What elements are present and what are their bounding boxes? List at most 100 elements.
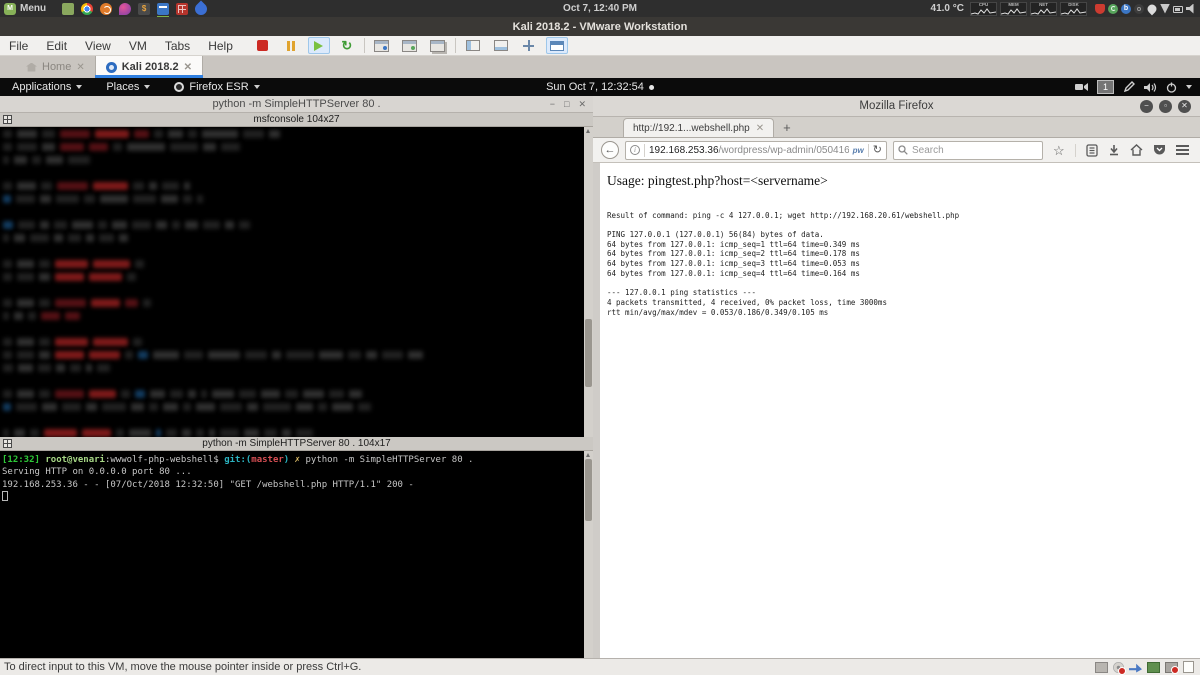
maximize-icon[interactable]: □: [564, 96, 569, 113]
downloads-icon[interactable]: [1108, 144, 1120, 156]
pane-grid-icon[interactable]: [3, 439, 12, 448]
bookmark-star-icon[interactable]: ☆: [1053, 144, 1065, 157]
menu-view[interactable]: View: [76, 39, 120, 53]
applications-menu[interactable]: Applications: [0, 81, 94, 93]
firefox-titlebar[interactable]: Mozilla Firefox − ▫ ✕: [593, 96, 1200, 117]
take-snapshot-button[interactable]: [371, 37, 393, 54]
close-icon[interactable]: ✕: [1178, 100, 1191, 113]
pen-icon[interactable]: [1123, 81, 1135, 93]
http-pane-scrollbar[interactable]: [584, 451, 593, 658]
kali-clock[interactable]: Sun Oct 7, 12:32:54: [546, 81, 654, 93]
monitor-cpu[interactable]: CPU: [970, 2, 997, 16]
network-adapter-icon[interactable]: [1147, 662, 1160, 673]
vmware-titlebar[interactable]: Kali 2018.2 - VMware Workstation: [0, 17, 1200, 36]
volume-icon[interactable]: [1186, 4, 1196, 14]
vmware-icon[interactable]: [157, 3, 169, 15]
msfconsole-pane-header[interactable]: msfconsole 104x27: [0, 113, 593, 127]
monitor-mem[interactable]: MEM: [1000, 2, 1027, 16]
monitor-net[interactable]: NET: [1030, 2, 1057, 16]
workspace-indicator[interactable]: 1: [1097, 80, 1114, 94]
close-icon[interactable]: ✕: [756, 123, 764, 134]
terminal-titlebar[interactable]: python -m SimpleHTTPServer 80 . − □ ✕: [0, 96, 593, 113]
drop-icon[interactable]: [119, 3, 131, 15]
redacted-segment: [17, 182, 36, 190]
menu-hamburger-icon[interactable]: [1176, 145, 1189, 155]
reset-button[interactable]: ↻: [336, 37, 358, 54]
console-view-button[interactable]: [546, 37, 568, 54]
browser-tab-webshell[interactable]: http://192.1...webshell.php ✕: [623, 118, 774, 137]
monitor-disk[interactable]: DISK: [1060, 2, 1087, 16]
revert-snapshot-button[interactable]: [399, 37, 421, 54]
close-icon[interactable]: ✕: [76, 62, 84, 73]
menu-file[interactable]: File: [0, 39, 37, 53]
scrollbar-thumb[interactable]: [585, 319, 592, 387]
page-action-icon[interactable]: pw: [853, 146, 864, 155]
suspend-button[interactable]: [280, 37, 302, 54]
site-info-icon[interactable]: i: [630, 145, 640, 155]
message-log-icon[interactable]: [1183, 661, 1194, 673]
scroll-up-icon[interactable]: [586, 129, 590, 133]
tab-kali-vm[interactable]: Kali 2018.2 ✕: [95, 56, 203, 78]
tab-home[interactable]: Home ✕: [16, 56, 95, 78]
redacted-output-row: [3, 364, 579, 373]
maximize-icon[interactable]: ▫: [1159, 100, 1172, 113]
host-clock[interactable]: Oct 7, 12:40 PM: [563, 3, 637, 14]
msfconsole-output[interactable]: [0, 127, 593, 437]
network-disconnected-icon[interactable]: [1165, 662, 1178, 673]
http-server-output[interactable]: [12:32] root@venari:wwwolf-php-webshell$…: [0, 451, 593, 658]
power-on-button[interactable]: [308, 37, 330, 54]
red-grid-icon[interactable]: [176, 3, 188, 15]
cdrom-icon[interactable]: [1113, 662, 1124, 673]
bluetooth-icon[interactable]: b: [1121, 4, 1131, 14]
show-thumbnail-bar-button[interactable]: [490, 37, 512, 54]
power-off-button[interactable]: [252, 37, 274, 54]
manage-snapshots-button[interactable]: [427, 37, 449, 54]
feather-icon[interactable]: [193, 0, 210, 17]
fullscreen-button[interactable]: [518, 37, 540, 54]
scrollbar-thumb[interactable]: [585, 459, 592, 521]
folder-icon[interactable]: [62, 3, 74, 15]
swirl-icon[interactable]: [100, 3, 112, 15]
http-server-pane-header[interactable]: python -m SimpleHTTPServer 80 . 104x17: [0, 437, 593, 451]
harddisk-icon[interactable]: [1095, 662, 1108, 673]
dollar-icon[interactable]: $: [138, 3, 150, 15]
menu-tabs[interactable]: Tabs: [156, 39, 199, 53]
menu-help[interactable]: Help: [199, 39, 242, 53]
chrome-icon[interactable]: [81, 3, 93, 15]
search-bar[interactable]: Search: [893, 141, 1043, 160]
close-icon[interactable]: ✕: [578, 96, 586, 113]
pane-grid-icon[interactable]: [3, 115, 12, 124]
menu-edit[interactable]: Edit: [37, 39, 76, 53]
chevron-down-icon[interactable]: [1186, 85, 1192, 89]
places-menu[interactable]: Places: [94, 81, 162, 93]
minimize-icon[interactable]: −: [550, 96, 555, 113]
screen-record-icon[interactable]: [1075, 82, 1088, 92]
firefox-app-menu[interactable]: Firefox ESR: [162, 81, 271, 93]
wifi-icon[interactable]: [1160, 4, 1170, 14]
menu-vm[interactable]: VM: [120, 39, 156, 53]
shield-icon[interactable]: [1095, 4, 1105, 14]
url-text[interactable]: 192.168.253.36/wordpress/wp-admin/050416…: [649, 145, 849, 156]
redacted-segment: [60, 143, 84, 151]
scroll-up-icon[interactable]: [586, 453, 590, 457]
home-icon[interactable]: [1130, 144, 1143, 156]
location-icon[interactable]: [1146, 2, 1159, 15]
volume-icon[interactable]: [1144, 82, 1157, 93]
minimize-icon[interactable]: −: [1140, 100, 1153, 113]
new-tab-button[interactable]: +: [774, 118, 800, 137]
reload-icon[interactable]: ↻: [873, 145, 882, 156]
power-icon[interactable]: [1166, 82, 1177, 93]
msfconsole-scrollbar[interactable]: [584, 127, 593, 437]
pocket-icon[interactable]: [1153, 144, 1166, 156]
bookmarks-library-icon[interactable]: [1086, 144, 1098, 157]
close-icon[interactable]: ✕: [184, 62, 192, 73]
disc-icon[interactable]: [1134, 4, 1144, 14]
battery-icon[interactable]: [1173, 6, 1183, 13]
sync-icon[interactable]: [1108, 4, 1118, 14]
show-library-button[interactable]: [462, 37, 484, 54]
redacted-output-row: [3, 182, 579, 191]
host-menu-button[interactable]: Menu: [20, 3, 46, 14]
back-button[interactable]: ←: [601, 141, 619, 159]
url-bar[interactable]: i 192.168.253.36/wordpress/wp-admin/0504…: [625, 141, 887, 160]
usb-icon[interactable]: [1129, 662, 1142, 673]
